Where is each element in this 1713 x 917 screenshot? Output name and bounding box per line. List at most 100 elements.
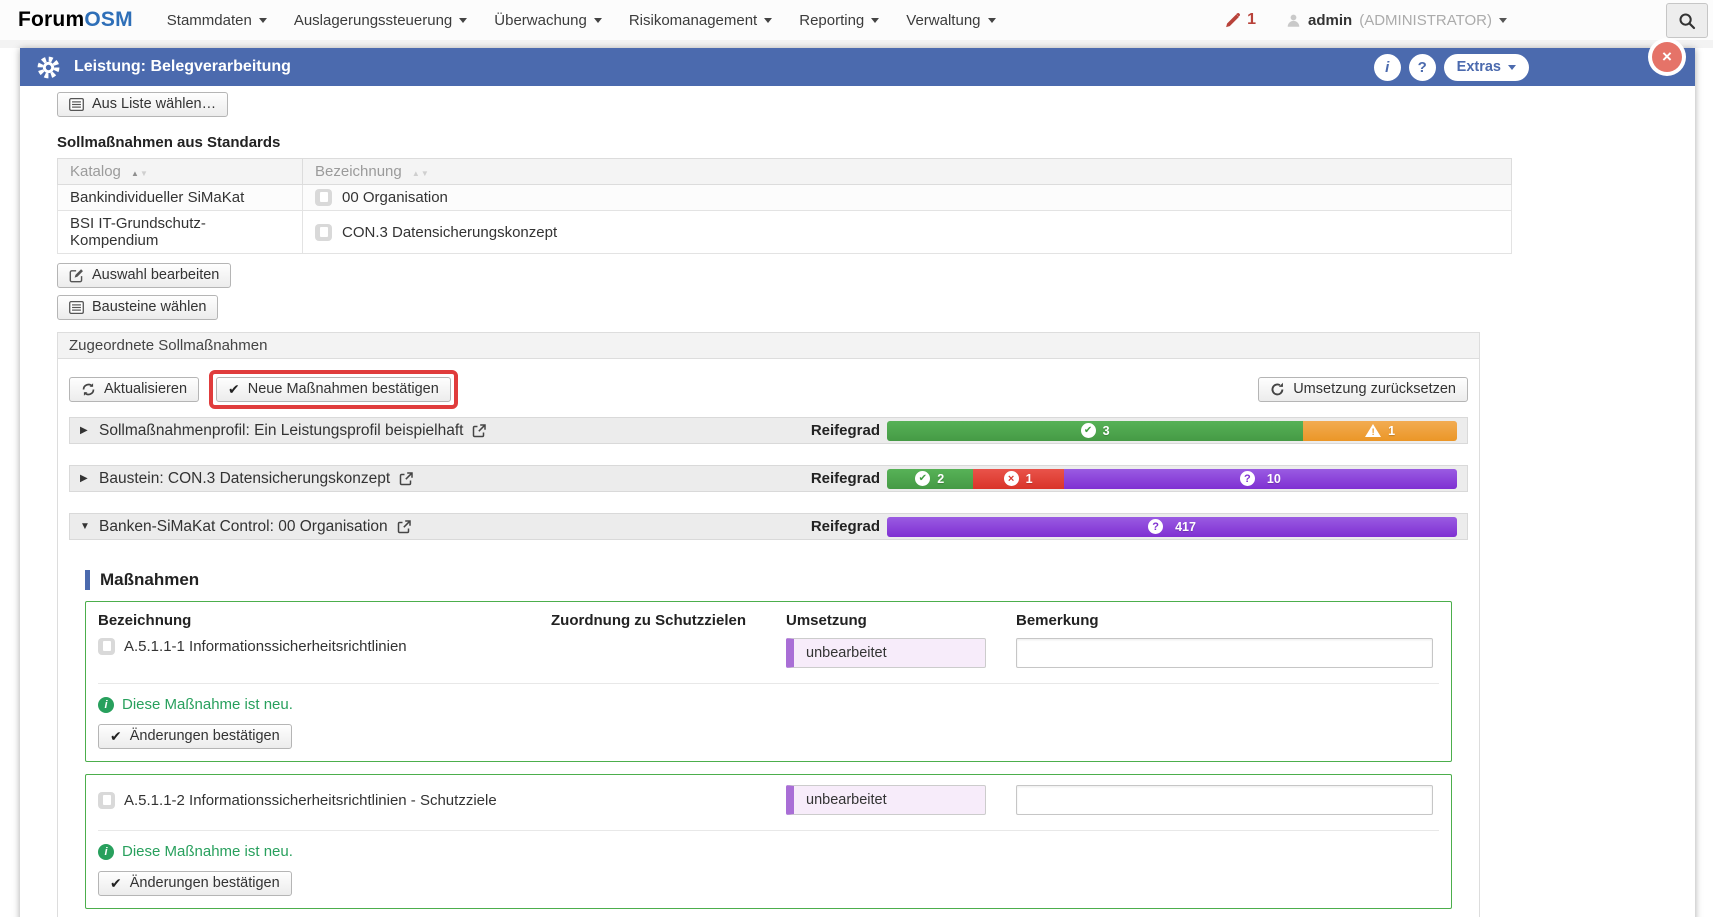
segment-count: 2 bbox=[937, 472, 944, 486]
maturity-bar: ? 417 bbox=[887, 517, 1457, 537]
column-header-katalog[interactable]: Katalog ▲▼ bbox=[58, 159, 303, 185]
pencil-icon bbox=[1224, 12, 1241, 29]
panel-body: Aktualisieren ✔ Neue Maßnahmen bestätige… bbox=[58, 359, 1479, 917]
external-link-icon[interactable] bbox=[397, 520, 411, 534]
measures-section: Maßnahmen Bezeichnung A.5.1.1-1 Informat… bbox=[85, 570, 1452, 909]
expand-caret-icon: ▶ bbox=[80, 473, 90, 484]
menu-item-reporting[interactable]: Reporting bbox=[799, 12, 879, 29]
column-header-bezeichnung[interactable]: Bezeichnung ▲▼ bbox=[303, 159, 1512, 185]
page: ForumOSM Stammdaten Auslagerungssteuerun… bbox=[0, 0, 1713, 917]
select-from-list-button[interactable]: Aus Liste wählen… bbox=[57, 92, 228, 117]
expand-caret-icon: ▶ bbox=[80, 425, 90, 436]
menu-item-ueberwachung[interactable]: Überwachung bbox=[494, 12, 602, 29]
note-icon bbox=[98, 792, 115, 809]
question-circle-icon: ? bbox=[1148, 519, 1163, 534]
collapse-caret-icon: ▼ bbox=[80, 521, 90, 532]
sort-icon: ▲▼ bbox=[412, 169, 430, 178]
warning-triangle-icon: ! bbox=[1365, 424, 1381, 437]
check-circle-icon: ✔ bbox=[1081, 423, 1096, 438]
chevron-down-icon bbox=[764, 18, 772, 23]
standards-table: Katalog ▲▼ Bezeichnung ▲▼ Bankindividuel… bbox=[57, 158, 1512, 254]
pending-edits-indicator[interactable]: 1 bbox=[1224, 11, 1256, 29]
page-background-strip bbox=[0, 40, 1713, 48]
chevron-down-icon bbox=[594, 18, 602, 23]
group-row-banken-simakat[interactable]: ▼ Banken-SiMaKat Control: 00 Organisatio… bbox=[69, 513, 1468, 540]
menu-item-verwaltung[interactable]: Verwaltung bbox=[906, 12, 995, 29]
close-icon[interactable]: × bbox=[1652, 42, 1682, 72]
edit-selection-button[interactable]: Auswahl bearbeiten bbox=[57, 263, 231, 288]
edit-icon bbox=[69, 268, 84, 283]
column-label-schutzziele: Zuordnung zu Schutzzielen bbox=[551, 612, 786, 638]
katalog-cell: Bankindividueller SiMaKat bbox=[58, 185, 303, 211]
implementation-select[interactable]: unbearbeitet bbox=[786, 638, 986, 668]
maturity-section: Reifegrad ? 417 bbox=[811, 517, 1457, 537]
menu-item-risikomanagement[interactable]: Risikomanagement bbox=[629, 12, 772, 29]
implementation-select[interactable]: unbearbeitet bbox=[786, 785, 986, 815]
user-role: (ADMINISTRATOR) bbox=[1359, 12, 1492, 29]
measure-name: A.5.1.1-2 Informationssicherheitsrichtli… bbox=[124, 792, 497, 809]
measure-card: A.5.1.1-2 Informationssicherheitsrichtli… bbox=[85, 774, 1452, 909]
dialog-body: Aus Liste wählen… Sollmaßnahmen aus Stan… bbox=[20, 86, 1695, 917]
app-logo[interactable]: ForumOSM bbox=[18, 8, 133, 32]
confirm-new-measures-button[interactable]: ✔ Neue Maßnahmen bestätigen bbox=[216, 377, 451, 402]
chevron-down-icon bbox=[1499, 18, 1507, 23]
measure-card: Bezeichnung A.5.1.1-1 Informationssicher… bbox=[85, 601, 1452, 762]
divider bbox=[98, 683, 1439, 684]
top-navigation: ForumOSM Stammdaten Auslagerungssteuerun… bbox=[0, 0, 1713, 40]
choose-modules-button[interactable]: Bausteine wählen bbox=[57, 295, 218, 320]
menu-item-stammdaten[interactable]: Stammdaten bbox=[167, 12, 267, 29]
table-row[interactable]: Bankindividueller SiMaKat 00 Organisatio… bbox=[58, 185, 1512, 211]
panel-toolbar: Aktualisieren ✔ Neue Maßnahmen bestätige… bbox=[69, 370, 1468, 409]
annotation-highlight-box: ✔ Neue Maßnahmen bestätigen bbox=[209, 370, 458, 409]
user-icon bbox=[1286, 13, 1301, 28]
dialog-header-actions: i ? Extras bbox=[1374, 54, 1529, 81]
chevron-down-icon bbox=[459, 18, 467, 23]
reset-implementation-button[interactable]: Umsetzung zurücksetzen bbox=[1258, 377, 1468, 402]
group-row-sollmassnahmenprofil[interactable]: ▶ Sollmaßnahmenprofil: Ein Leistungsprof… bbox=[69, 417, 1468, 444]
maturity-bar: ✔ 2 × 1 ? 10 bbox=[887, 469, 1457, 489]
search-button[interactable] bbox=[1666, 3, 1708, 38]
refresh-button[interactable]: Aktualisieren bbox=[69, 377, 199, 402]
note-icon bbox=[315, 224, 332, 241]
question-circle-icon: ? bbox=[1240, 471, 1255, 486]
cross-circle-icon: × bbox=[1004, 471, 1019, 486]
maturity-section: Reifegrad ✔ 3 ! 1 bbox=[811, 421, 1457, 441]
note-icon bbox=[98, 638, 115, 655]
dialog-header: Leistung: Belegverarbeitung i ? Extras bbox=[20, 48, 1695, 86]
info-icon: i bbox=[98, 697, 114, 713]
external-link-icon[interactable] bbox=[399, 472, 413, 486]
confirm-changes-button[interactable]: ✔ Änderungen bestätigen bbox=[98, 871, 292, 896]
refresh-icon bbox=[81, 382, 96, 397]
logo-text-primary: Forum bbox=[18, 8, 84, 31]
menu-item-auslagerungssteuerung[interactable]: Auslagerungssteuerung bbox=[294, 12, 467, 29]
comment-input[interactable] bbox=[1016, 638, 1433, 668]
confirm-changes-button[interactable]: ✔ Änderungen bestätigen bbox=[98, 724, 292, 749]
dialog-leistung-belegverarbeitung: × Leistung: Belegverarbeitung i ? Extras bbox=[20, 48, 1695, 917]
katalog-cell: BSI IT-Grundschutz-Kompendium bbox=[58, 211, 303, 254]
info-icon: i bbox=[98, 844, 114, 860]
chevron-down-icon bbox=[259, 18, 267, 23]
dialog-title: Leistung: Belegverarbeitung bbox=[74, 58, 291, 76]
group-title: Sollmaßnahmenprofil: Ein Leistungsprofil… bbox=[99, 422, 463, 440]
divider bbox=[98, 830, 1439, 831]
segment-count: 1 bbox=[1388, 424, 1395, 438]
user-name: admin bbox=[1308, 12, 1352, 29]
group-title: Baustein: CON.3 Datensicherungskonzept bbox=[99, 470, 390, 488]
external-link-icon[interactable] bbox=[472, 424, 486, 438]
panel-heading: Zugeordnete Sollmaßnahmen bbox=[58, 333, 1479, 359]
info-button[interactable]: i bbox=[1374, 54, 1401, 81]
user-menu[interactable]: admin (ADMINISTRATOR) bbox=[1286, 12, 1507, 29]
segment-count: 10 bbox=[1267, 472, 1281, 486]
list-icon bbox=[69, 301, 84, 314]
column-label-bezeichnung: Bezeichnung bbox=[98, 612, 551, 638]
comment-input[interactable] bbox=[1016, 785, 1433, 815]
segment-error: × 1 bbox=[973, 469, 1064, 489]
pending-edits-count: 1 bbox=[1247, 11, 1256, 29]
help-button[interactable]: ? bbox=[1409, 54, 1436, 81]
column-label-umsetzung: Umsetzung bbox=[786, 612, 1016, 638]
group-row-baustein[interactable]: ▶ Baustein: CON.3 Datensicherungskonzept… bbox=[69, 465, 1468, 492]
extras-button[interactable]: Extras bbox=[1444, 54, 1529, 81]
table-row[interactable]: BSI IT-Grundschutz-Kompendium CON.3 Date… bbox=[58, 211, 1512, 254]
chevron-down-icon bbox=[871, 18, 879, 23]
search-icon bbox=[1678, 12, 1696, 30]
